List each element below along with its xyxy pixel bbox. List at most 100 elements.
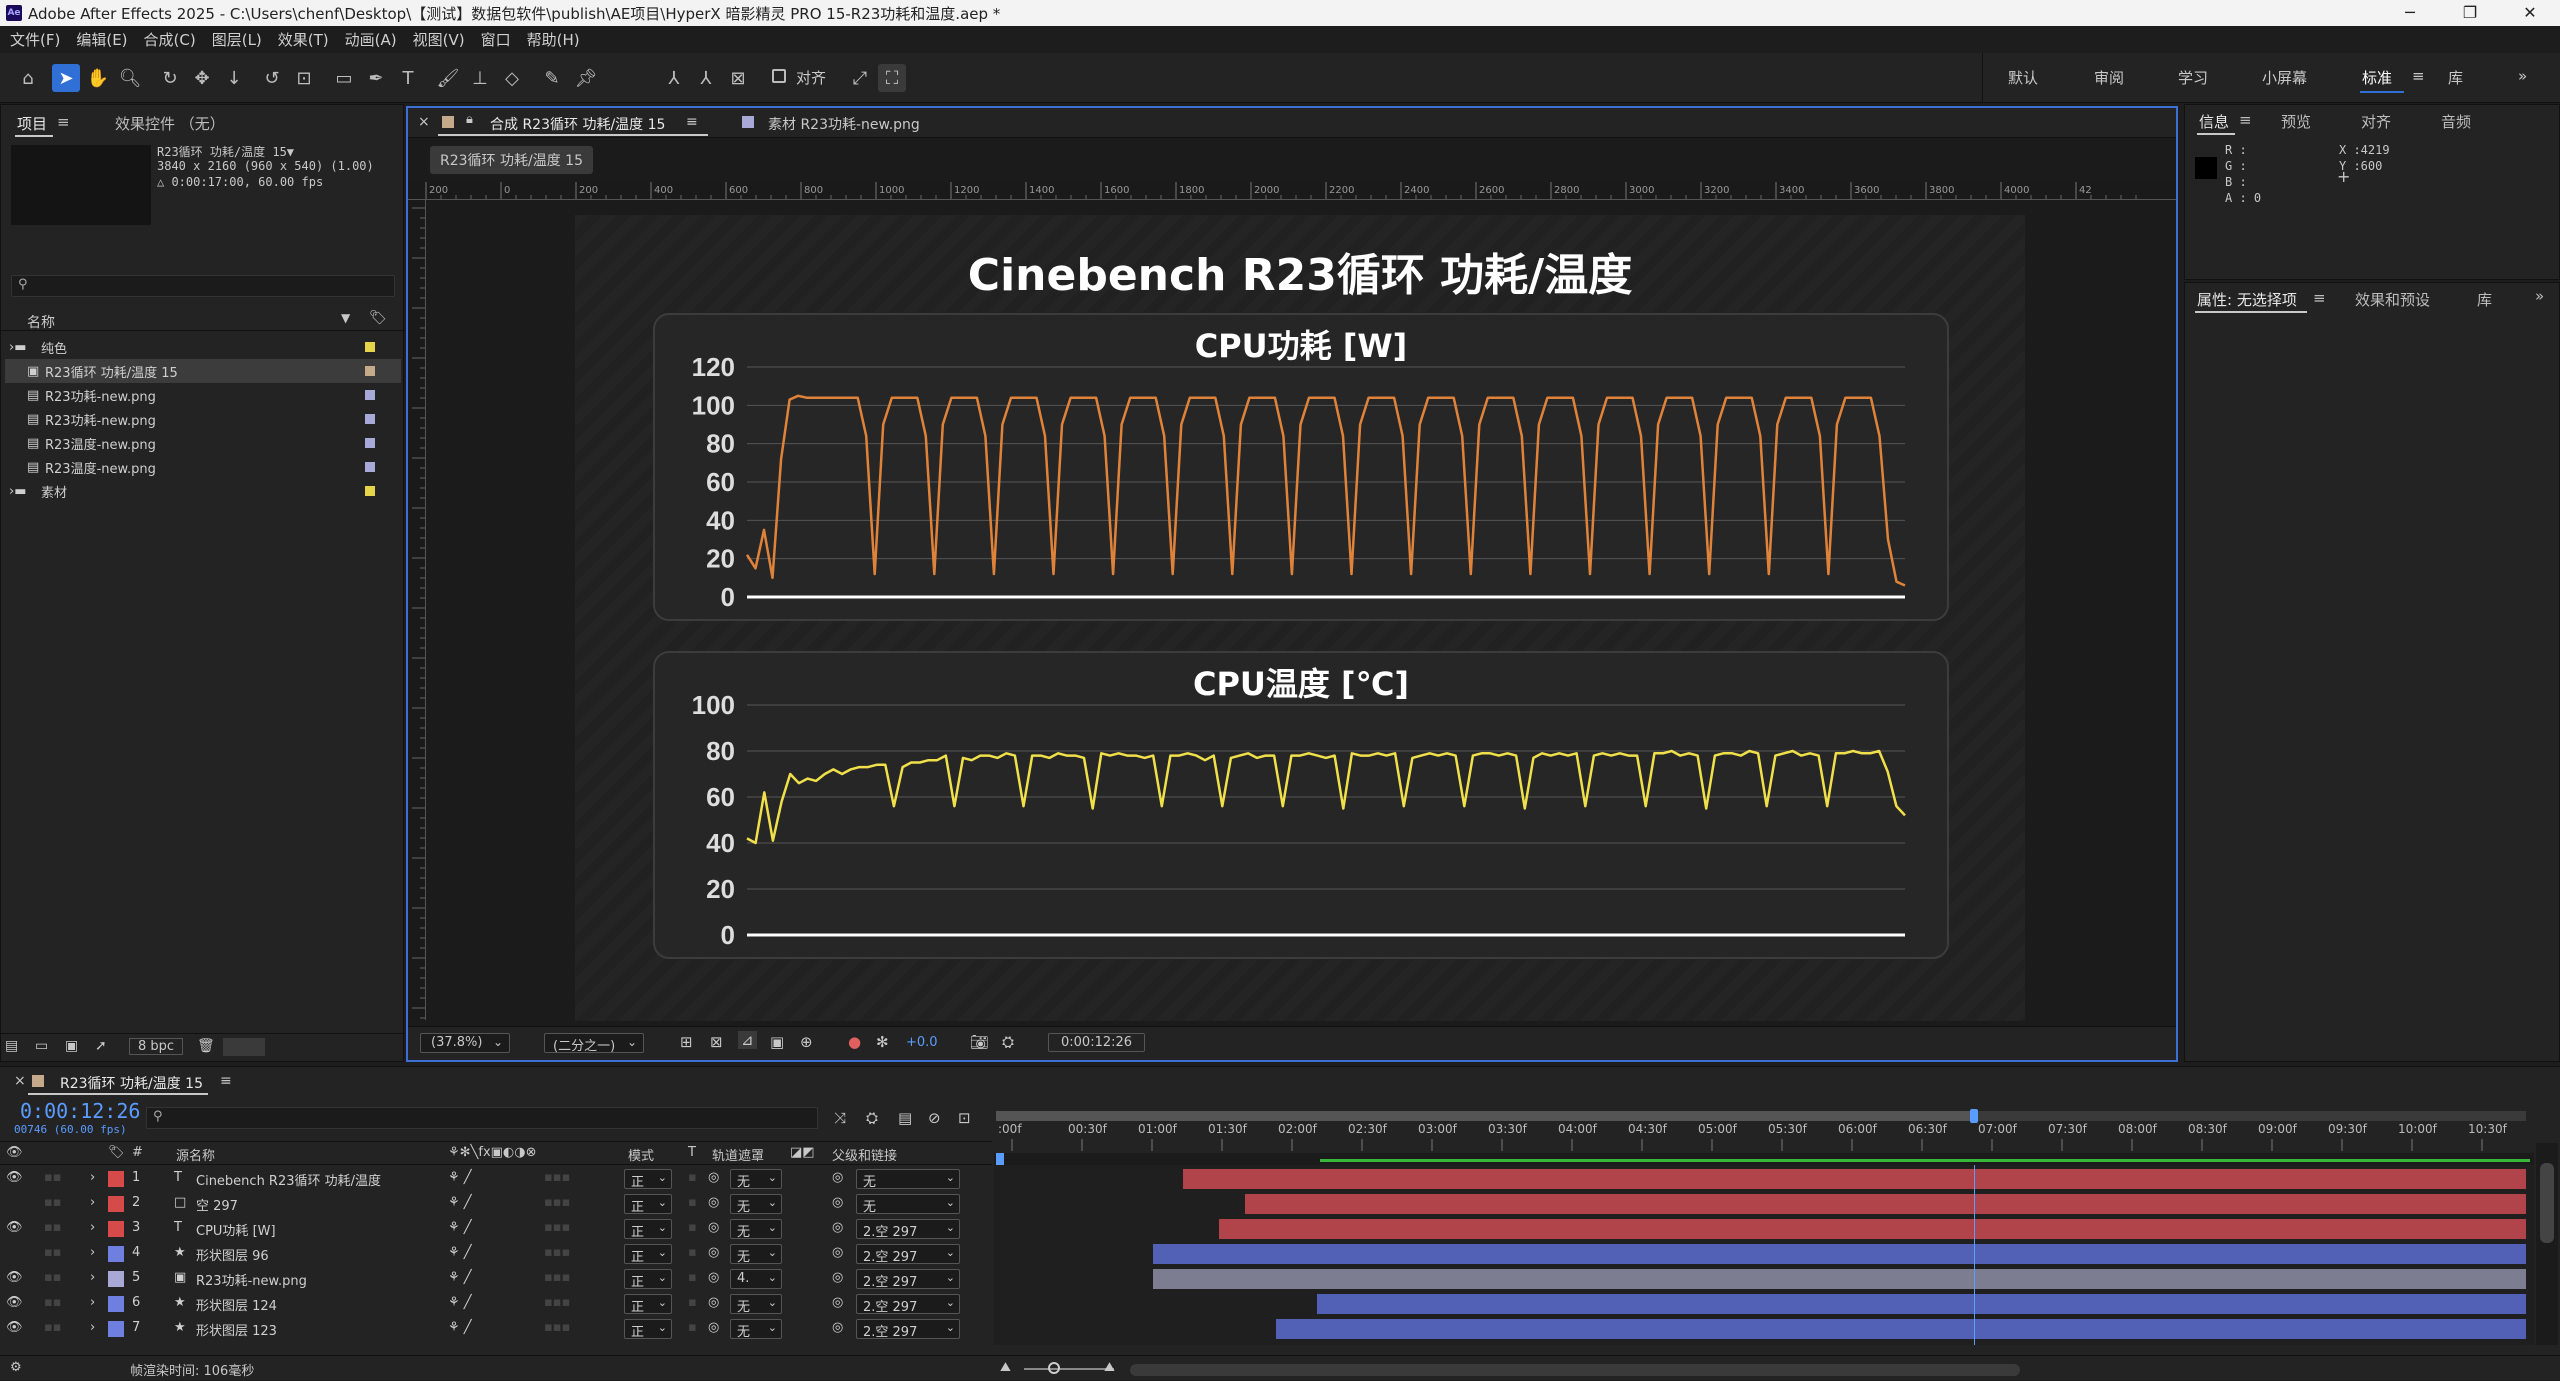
layer-row[interactable]: 👁︎ ▪▪ › 5 ▣ R23功耗-new.png ⚘ ╱ ▪▪▪ 正 ⌄ ▪ ◎ 4. ⌄ ◎ 2.空 29…: [0, 1267, 992, 1291]
expand-chevron-icon[interactable]: ›: [90, 1320, 95, 1335]
parent-dropdown[interactable]: 2.空 297 ⌄: [856, 1219, 960, 1240]
track-matte-dropdown[interactable]: 无 ⌄: [730, 1169, 782, 1190]
switch-boxes[interactable]: ▪▪: [44, 1170, 62, 1185]
layer-switches[interactable]: ⚘ ╱: [448, 1245, 472, 1260]
zoom-slider-handle[interactable]: [1048, 1362, 1060, 1374]
frame-blending-icon[interactable]: ⊘: [928, 1109, 941, 1127]
axis-local-icon[interactable]: ⅄: [660, 64, 688, 92]
blend-mode-dropdown[interactable]: 正 ⌄: [624, 1269, 672, 1290]
layer-switches[interactable]: ⚘ ╱: [448, 1270, 472, 1285]
layer-duration-bar[interactable]: [1219, 1219, 2526, 1239]
menu-window[interactable]: 窗口: [481, 29, 511, 50]
blend-mode-dropdown[interactable]: 正 ⌄: [624, 1244, 672, 1265]
menu-animation[interactable]: 动画(A): [345, 29, 397, 50]
blend-mode-dropdown[interactable]: 正 ⌄: [624, 1169, 672, 1190]
label-color[interactable]: [108, 1196, 124, 1212]
layer-switches[interactable]: ⚘ ╱: [448, 1320, 472, 1335]
layer-name[interactable]: 形状图层 124: [196, 1295, 277, 1314]
fast-preview-icon[interactable]: ⊞: [680, 1033, 693, 1051]
parent-pickwhip-icon[interactable]: ◎: [832, 1320, 843, 1335]
parent-dropdown[interactable]: 2.空 297 ⌄: [856, 1319, 960, 1340]
switch-boxes[interactable]: ▪▪: [44, 1320, 62, 1335]
close-button[interactable]: ✕: [2500, 0, 2560, 26]
timeline-tab[interactable]: R23循环 功耗/温度 15: [60, 1073, 203, 1093]
expand-chevron-icon[interactable]: ›: [90, 1220, 95, 1235]
track-matte-pickwhip-icon[interactable]: ◎: [708, 1195, 719, 1210]
axis-view-icon[interactable]: ⊠: [724, 64, 752, 92]
menu-effect[interactable]: 效果(T): [278, 29, 329, 50]
interpret-footage-icon[interactable]: ▤: [5, 1038, 18, 1054]
label-color[interactable]: [365, 486, 375, 496]
text-tool-icon[interactable]: T: [394, 64, 422, 92]
layer-duration-bar[interactable]: [1276, 1319, 2526, 1339]
viewer-timecode[interactable]: 0:00:12:26: [1048, 1033, 1146, 1052]
preserve-transparency-box[interactable]: ▪: [688, 1170, 697, 1185]
workspace-learn[interactable]: 学习: [2178, 67, 2208, 88]
trash-icon[interactable]: 🗑︎: [197, 1038, 215, 1054]
tab-composition[interactable]: 合成 R23循环 功耗/温度 15: [490, 114, 665, 134]
blend-mode-dropdown[interactable]: 正 ⌄: [624, 1194, 672, 1215]
draft-3d-icon[interactable]: ⛭: [866, 1109, 878, 1127]
layer-search-input[interactable]: ⚲: [146, 1107, 818, 1129]
tab-audio[interactable]: 音频: [2441, 111, 2471, 132]
layer-switch-boxes[interactable]: ▪▪▪: [544, 1295, 570, 1310]
layer-name[interactable]: 形状图层 123: [196, 1320, 277, 1339]
col-track-matte[interactable]: 轨道遮罩: [712, 1145, 764, 1164]
parent-dropdown[interactable]: 无 ⌄: [856, 1194, 960, 1215]
layer-row[interactable]: 👁︎ ▪▪ › 1 T Cinebench R23循环 功耗/温度 ⚘ ╱ ▪▪▪ 正 ⌄ ▪ ◎ 无 ⌄…: [0, 1167, 992, 1191]
tab-properties[interactable]: 属性: 无选择项: [2197, 289, 2297, 310]
project-item[interactable]: ▤ R23温度-new.png: [5, 455, 401, 479]
exposure-reset-icon[interactable]: ✻: [876, 1033, 889, 1051]
track-matte-pickwhip-icon[interactable]: ◎: [708, 1220, 719, 1235]
switch-boxes[interactable]: ▪▪: [44, 1270, 62, 1285]
preserve-transparency-box[interactable]: ▪: [688, 1270, 697, 1285]
visibility-eye-icon[interactable]: 👁︎: [6, 1270, 23, 1285]
parent-dropdown[interactable]: 2.空 297 ⌄: [856, 1244, 960, 1265]
col-source-name[interactable]: 源名称: [176, 1145, 215, 1164]
preserve-transparency-box[interactable]: ▪: [688, 1245, 697, 1260]
track-matte-pickwhip-icon[interactable]: ◎: [708, 1245, 719, 1260]
label-color[interactable]: [365, 438, 375, 448]
panel-menu-icon[interactable]: ≡: [2239, 111, 2252, 129]
region-of-interest-icon[interactable]: ▣: [770, 1033, 784, 1051]
tab-libraries[interactable]: 库: [2477, 289, 2492, 310]
blend-mode-dropdown[interactable]: 正 ⌄: [624, 1219, 672, 1240]
expand-chevron-icon[interactable]: ›: [90, 1270, 95, 1285]
switch-boxes[interactable]: ▪▪: [44, 1295, 62, 1310]
mask-visibility-icon[interactable]: ⊿: [738, 1031, 757, 1049]
workspace-small-screen[interactable]: 小屏幕: [2262, 67, 2307, 88]
project-item[interactable]: ▤ R23温度-new.png: [5, 431, 401, 455]
preserve-transparency-box[interactable]: ▪: [688, 1220, 697, 1235]
workspace-review[interactable]: 审阅: [2094, 67, 2124, 88]
layer-duration-bar[interactable]: [1317, 1294, 2526, 1314]
selection-tool-icon[interactable]: ➤: [52, 64, 80, 92]
anchor-tool-icon[interactable]: ⊡: [290, 64, 318, 92]
timeline-scrollbar[interactable]: [2536, 1143, 2558, 1345]
tab-info[interactable]: 信息: [2199, 111, 2229, 132]
label-color[interactable]: [108, 1246, 124, 1262]
preserve-transparency-box[interactable]: ▪: [688, 1320, 697, 1335]
orbit-camera-icon[interactable]: ↻: [156, 64, 184, 92]
rectangle-tool-icon[interactable]: ▭: [330, 64, 358, 92]
resolution-dropdown[interactable]: (二分之一) ⌄: [544, 1033, 644, 1054]
menu-layer[interactable]: 图层(L): [212, 29, 262, 50]
layer-row[interactable]: ▪▪ › 4 ★ 形状图层 96 ⚘ ╱ ▪▪▪ 正 ⌄ ▪ ◎ 无 ⌄ ◎ 2.空 297 ⌄: [0, 1242, 992, 1266]
layer-duration-bar[interactable]: [1245, 1194, 2526, 1214]
track-matte-dropdown[interactable]: 无 ⌄: [730, 1294, 782, 1315]
layer-switch-boxes[interactable]: ▪▪▪: [544, 1270, 570, 1285]
parent-pickwhip-icon[interactable]: ◎: [832, 1220, 843, 1235]
snapshot-icon[interactable]: 📷︎: [970, 1033, 989, 1051]
label-color[interactable]: [365, 414, 375, 424]
pan-camera-icon[interactable]: ✥: [188, 64, 216, 92]
workspace-standard[interactable]: 标准: [2362, 67, 2392, 88]
minimize-button[interactable]: ─: [2380, 0, 2440, 26]
track-matte-pickwhip-icon[interactable]: ◎: [708, 1295, 719, 1310]
tab-menu-icon[interactable]: ≡: [686, 114, 698, 130]
label-color[interactable]: [365, 366, 375, 376]
parent-pickwhip-icon[interactable]: ◎: [832, 1245, 843, 1260]
current-timecode[interactable]: 0:00:12:26: [20, 1099, 140, 1123]
col-t[interactable]: T: [688, 1145, 696, 1160]
close-tab-icon[interactable]: ×: [14, 1073, 26, 1089]
project-item[interactable]: ›▬ 纯色: [5, 335, 401, 359]
project-item[interactable]: ▤ R23功耗-new.png: [5, 407, 401, 431]
